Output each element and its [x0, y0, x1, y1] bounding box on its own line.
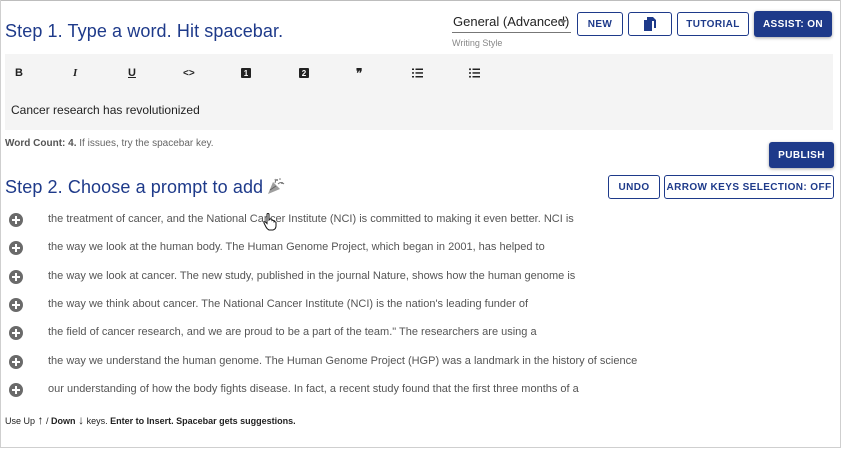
suggestion-text[interactable]: the way we look at the human body. The H… — [48, 241, 545, 253]
word-count-label: Word Count: 4. — [5, 138, 77, 149]
bulleted-list-icon — [469, 68, 480, 78]
suggestion-row[interactable]: the way we look at the human body. The H… — [9, 239, 809, 259]
suggestion-row[interactable]: the way we think about cancer. The Natio… — [9, 296, 809, 316]
heading2-button[interactable]: 2 — [299, 66, 309, 80]
help-down: Down — [51, 416, 76, 426]
suggestion-row[interactable]: the treatment of cancer, and the Nationa… — [9, 211, 809, 231]
help-enter: Enter to Insert. — [110, 416, 174, 426]
suggestion-text[interactable]: the treatment of cancer, and the Nationa… — [48, 213, 574, 225]
add-circle-icon[interactable] — [9, 326, 23, 340]
publish-button[interactable]: PUBLISH — [769, 142, 834, 168]
suggestion-text[interactable]: the field of cancer research, and we are… — [48, 326, 537, 338]
numbered-list-icon — [412, 68, 423, 78]
help-slash: / — [43, 416, 52, 426]
copy-icon — [644, 17, 656, 31]
party-popper-icon — [267, 177, 285, 200]
writing-style-value: General (Advanced) — [453, 14, 570, 29]
help-space: Spacebar gets suggestions. — [176, 416, 296, 426]
suggestion-text[interactable]: our understanding of how the body fights… — [48, 383, 579, 395]
help-keys: keys. — [86, 416, 108, 426]
numbered-list-button[interactable] — [412, 66, 423, 80]
heading2-icon: 2 — [299, 68, 309, 78]
writing-style-caption: Writing Style — [452, 38, 503, 48]
bold-button[interactable]: B — [15, 66, 23, 80]
hand-cursor-icon — [263, 213, 277, 231]
chevron-down-icon — [559, 20, 567, 24]
code-button[interactable]: <> — [183, 66, 195, 80]
assist-toggle-button[interactable]: ASSIST: ON — [754, 11, 832, 37]
add-circle-icon[interactable] — [9, 270, 23, 284]
suggestion-row[interactable]: the way we look at cancer. The new study… — [9, 268, 809, 288]
suggestion-text[interactable]: the way we think about cancer. The Natio… — [48, 298, 528, 310]
add-circle-icon[interactable] — [9, 383, 23, 397]
tutorial-button[interactable]: TUTORIAL — [677, 12, 749, 36]
suggestion-row[interactable]: the way we understand the human genome. … — [9, 353, 809, 373]
undo-button[interactable]: UNDO — [608, 175, 660, 199]
copy-button[interactable] — [628, 12, 672, 36]
italic-button[interactable]: I — [73, 66, 77, 80]
add-circle-icon[interactable] — [9, 241, 23, 255]
word-count: Word Count: 4. If issues, try the spaceb… — [5, 138, 214, 149]
step2-title-text: Step 2. Choose a prompt to add — [5, 177, 264, 197]
step1-title: Step 1. Type a word. Hit spacebar. — [5, 21, 284, 41]
arrow-keys-selection-button[interactable]: ARROW KEYS SELECTION: OFF — [664, 175, 834, 199]
word-count-hint: If issues, try the spacebar key. — [79, 138, 214, 149]
new-button[interactable]: NEW — [577, 12, 623, 36]
underline-button[interactable]: U — [128, 66, 136, 80]
heading1-button[interactable]: 1 — [241, 66, 251, 80]
suggestion-text[interactable]: the way we look at cancer. The new study… — [48, 270, 575, 282]
keyboard-help: Use Up ↑ / Down ↓ keys. Enter to Insert.… — [5, 413, 296, 427]
suggestion-row[interactable]: the field of cancer research, and we are… — [9, 324, 809, 344]
step2-title: Step 2. Choose a prompt to add — [5, 177, 285, 200]
suggestion-text[interactable]: the way we understand the human genome. … — [48, 355, 637, 367]
add-circle-icon[interactable] — [9, 213, 23, 227]
editor-text[interactable]: Cancer research has revolutionized — [11, 103, 200, 117]
add-circle-icon[interactable] — [9, 298, 23, 312]
editor[interactable]: B I U <> 1 2 ❞ Cancer research has revol… — [5, 54, 833, 130]
heading1-icon: 1 — [241, 68, 251, 78]
help-use: Use Up — [5, 416, 36, 426]
add-circle-icon[interactable] — [9, 355, 23, 369]
bulleted-list-button[interactable] — [469, 66, 480, 80]
writing-style-select[interactable]: General (Advanced) — [452, 10, 571, 33]
suggestion-row[interactable]: our understanding of how the body fights… — [9, 381, 809, 401]
arrow-down-icon: ↓ — [78, 413, 85, 427]
quote-button[interactable]: ❞ — [356, 66, 362, 80]
